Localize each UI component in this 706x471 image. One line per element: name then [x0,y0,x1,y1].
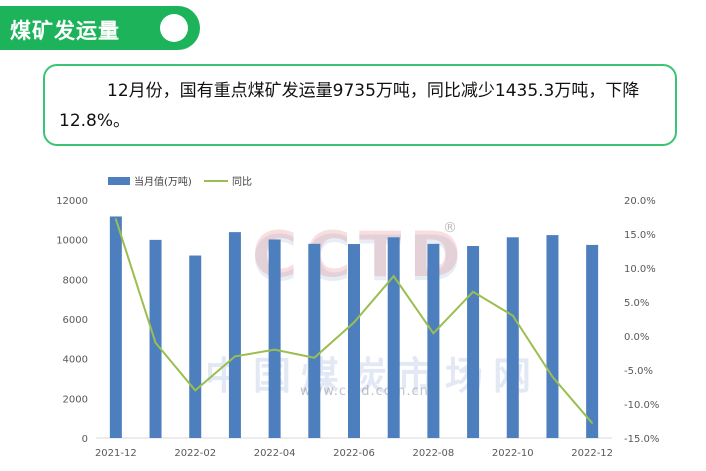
yoy-point-2022-09 [472,291,474,293]
yoy-point-2021-12 [115,218,117,220]
x-tick-label: 2022-08 [412,448,454,459]
y-left-tick-label: 12000 [56,196,88,207]
shipment-chart: 0 2000 4000 6000 8000 10000 12000 -15.0% -10.0% -… [56,175,659,459]
y-left-tick-label: 10000 [56,236,88,247]
bar-2022-02 [189,255,202,438]
bar-2022-08 [427,243,440,438]
x-tick-label: 2022-12 [571,448,613,459]
y-left-tick-label: 8000 [63,275,88,286]
legend-bar-label: 当月值(万吨) [134,175,192,188]
summary-text: 12月份，国有重点煤矿发运量9735万吨，同比减少1435.3万吨，下降12.8… [59,81,640,131]
x-tick-label: 2022-02 [174,448,216,459]
y-right-tick-label: 20.0% [624,196,656,207]
yoy-point-2022-06 [353,321,355,324]
title-banner: 煤矿发运量 [0,6,200,50]
x-tick-label: 2022-10 [492,448,534,459]
y-right-tick-label: -15.0% [624,434,659,445]
bar-2021-12 [109,216,122,438]
y-right-tick-label: 15.0% [624,230,656,241]
y-left-tick-label: 6000 [63,315,88,326]
yoy-point-2022-11 [551,376,554,378]
y-left-tick-label: 2000 [63,394,88,405]
bar-2022-07 [387,237,400,438]
y-right-tick-label: 0.0% [624,332,649,343]
legend-line-label: 同比 [232,176,252,188]
x-tick-label: 2022-04 [254,448,296,459]
section-title: 煤矿发运量 [10,19,120,43]
yoy-point-2022-12 [591,422,593,424]
yoy-point-2022-07 [392,275,395,277]
yoy-point-2022-05 [313,356,316,359]
y-right-tick-label: -10.0% [624,400,659,411]
bar-2022-11 [546,235,559,438]
yoy-point-2022-04 [273,348,276,351]
bar-2022-06 [348,244,360,438]
bar-2022-09 [467,246,480,438]
yoy-point-2022-02 [194,389,197,392]
y-right-tick-label: -5.0% [624,366,653,377]
yoy-point-2022-03 [234,355,236,358]
banner-circle-icon [160,14,188,42]
bar-2022-03 [228,232,241,438]
bar-2022-04 [268,239,281,438]
y-left-tick-label: 4000 [63,355,88,366]
legend-bar-swatch [108,177,130,185]
bar-2022-01 [149,239,162,438]
bar-2022-12 [586,244,599,438]
yoy-point-2022-10 [511,314,514,317]
yoy-point-2022-08 [432,332,435,335]
y-right-tick-label: 5.0% [624,298,649,309]
summary-box: 12月份，国有重点煤矿发运量9735万吨，同比减少1435.3万吨，下降12.8… [43,64,677,146]
y-right-tick-label: 10.0% [624,264,656,275]
bar-2022-10 [506,237,519,438]
x-tick-label: 2022-06 [333,448,375,459]
x-tick-label: 2021-12 [95,448,137,459]
y-left-tick-label: 0 [82,434,88,445]
bar-2022-05 [308,243,321,438]
yoy-point-2022-01 [154,342,157,344]
